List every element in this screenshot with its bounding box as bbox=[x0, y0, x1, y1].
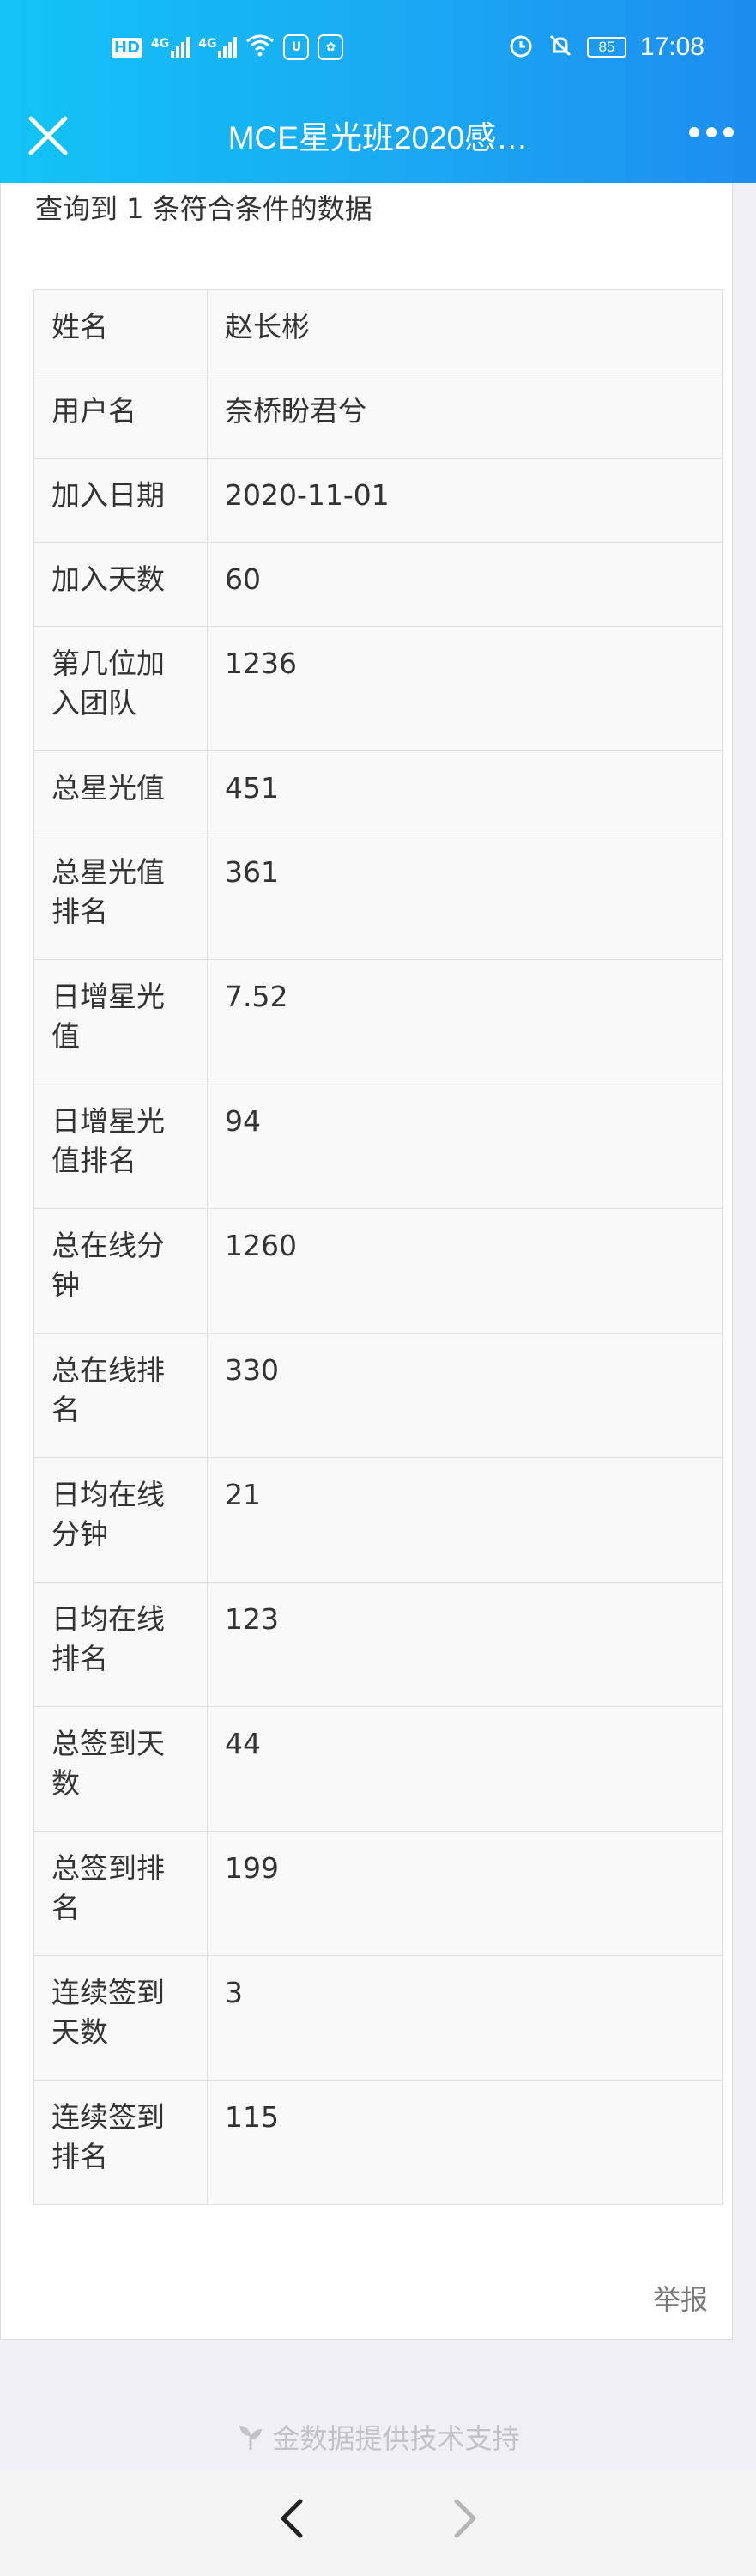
field-label: 日均在线分钟 bbox=[33, 1457, 208, 1583]
table-row: 姓名 赵长彬 bbox=[33, 289, 723, 374]
battery-icon: 85 bbox=[586, 37, 626, 58]
field-label: 总星光值排名 bbox=[33, 835, 208, 960]
table-row: 加入日期 2020-11-01 bbox=[33, 458, 723, 543]
table-row: 总签到天数 44 bbox=[33, 1706, 723, 1832]
field-value: 330 bbox=[207, 1333, 723, 1458]
status-left-icons: HD 4G 4G U ✿ bbox=[112, 33, 344, 62]
table-row: 日均在线分钟 21 bbox=[33, 1457, 723, 1583]
status-right-icons: 85 17:08 bbox=[508, 33, 705, 62]
field-value: 2020-11-01 bbox=[207, 458, 723, 543]
table-row: 总在线分钟 1260 bbox=[33, 1208, 723, 1334]
back-arrow-icon[interactable] bbox=[276, 2498, 305, 2543]
field-label: 用户名 bbox=[33, 374, 208, 459]
table-row: 总星光值 451 bbox=[33, 750, 723, 835]
field-label: 日均在线排名 bbox=[33, 1582, 208, 1707]
field-value: 1260 bbox=[207, 1208, 723, 1334]
field-label: 日增星光值 bbox=[33, 959, 208, 1084]
table-row: 日增星光值排名 94 bbox=[33, 1084, 723, 1209]
field-value: 3 bbox=[207, 1955, 723, 2081]
table-row: 日均在线排名 123 bbox=[33, 1582, 723, 1707]
status-time: 17:08 bbox=[639, 33, 705, 61]
table-row: 连续签到天数 3 bbox=[33, 1955, 723, 2081]
more-icon[interactable] bbox=[689, 127, 734, 137]
field-label: 总在线分钟 bbox=[33, 1208, 208, 1334]
table-row: 日增星光值 7.52 bbox=[33, 959, 723, 1084]
app-header: HD 4G 4G U ✿ 85 17:08 MCE星光班2020感… bbox=[0, 0, 756, 183]
field-label: 加入天数 bbox=[33, 542, 208, 627]
field-value: 199 bbox=[207, 1831, 723, 1956]
footer-credit: 金数据提供技术支持 bbox=[0, 2417, 756, 2458]
field-value: 赵长彬 bbox=[207, 289, 723, 374]
nav-bar: MCE星光班2020感… bbox=[0, 94, 756, 183]
page-title: MCE星光班2020感… bbox=[227, 120, 529, 155]
field-value: 奈桥盼君兮 bbox=[207, 374, 723, 459]
field-value: 123 bbox=[207, 1582, 723, 1707]
field-value: 451 bbox=[207, 750, 723, 835]
field-label: 总在线排名 bbox=[33, 1333, 208, 1458]
leaf-icon bbox=[236, 2422, 265, 2458]
forward-arrow-icon[interactable] bbox=[451, 2498, 481, 2543]
baidu-icon: ✿ bbox=[318, 34, 344, 60]
field-label: 连续签到排名 bbox=[33, 2080, 208, 2205]
table-row: 总签到排名 199 bbox=[33, 1831, 723, 1956]
table-row: 加入天数 60 bbox=[33, 542, 723, 627]
signal-4g-icon: 4G bbox=[198, 37, 238, 58]
field-value: 7.52 bbox=[207, 959, 723, 1084]
bottom-nav-bar bbox=[0, 2469, 756, 2576]
field-label: 加入日期 bbox=[33, 458, 208, 543]
result-card: 查询到 1 条符合条件的数据 姓名 赵长彬 用户名 奈桥盼君兮 加入日期 2020-11-… bbox=[0, 183, 733, 2340]
field-value: 21 bbox=[207, 1457, 723, 1583]
field-label: 总星光值 bbox=[33, 750, 208, 835]
field-label: 姓名 bbox=[33, 289, 208, 374]
mute-icon bbox=[547, 33, 573, 62]
table-row: 用户名 奈桥盼君兮 bbox=[33, 374, 723, 459]
table-row: 总星光值排名 361 bbox=[33, 835, 723, 960]
signal-4g-icon: 4G bbox=[151, 37, 191, 58]
field-value: 44 bbox=[207, 1706, 723, 1832]
field-value: 1236 bbox=[207, 626, 723, 751]
field-label: 总签到排名 bbox=[33, 1831, 208, 1956]
alarm-icon bbox=[508, 33, 534, 62]
hd-icon: HD bbox=[112, 37, 143, 58]
field-label: 连续签到天数 bbox=[33, 1955, 208, 2081]
report-link[interactable]: 举报 bbox=[653, 2278, 708, 2318]
field-value: 94 bbox=[207, 1084, 723, 1209]
table-row: 第几位加入团队 1236 bbox=[33, 626, 723, 751]
info-table: 姓名 赵长彬 用户名 奈桥盼君兮 加入日期 2020-11-01 加入天数 60 第几位加入团队… bbox=[33, 289, 723, 2205]
field-value: 361 bbox=[207, 835, 723, 960]
app-badge-icon: U bbox=[283, 34, 310, 60]
status-bar: HD 4G 4G U ✿ 85 17:08 bbox=[0, 0, 756, 94]
table-row: 连续签到排名 115 bbox=[33, 2080, 723, 2205]
wifi-icon bbox=[245, 33, 275, 62]
field-value: 60 bbox=[207, 542, 723, 627]
field-label: 第几位加入团队 bbox=[33, 626, 208, 751]
footer-text: 金数据提供技术支持 bbox=[272, 2422, 520, 2455]
result-count-text: 查询到 1 条符合条件的数据 bbox=[35, 192, 372, 225]
field-label: 日增星光值排名 bbox=[33, 1084, 208, 1209]
field-label: 总签到天数 bbox=[33, 1706, 208, 1832]
table-row: 总在线排名 330 bbox=[33, 1333, 723, 1458]
field-value: 115 bbox=[207, 2080, 723, 2205]
